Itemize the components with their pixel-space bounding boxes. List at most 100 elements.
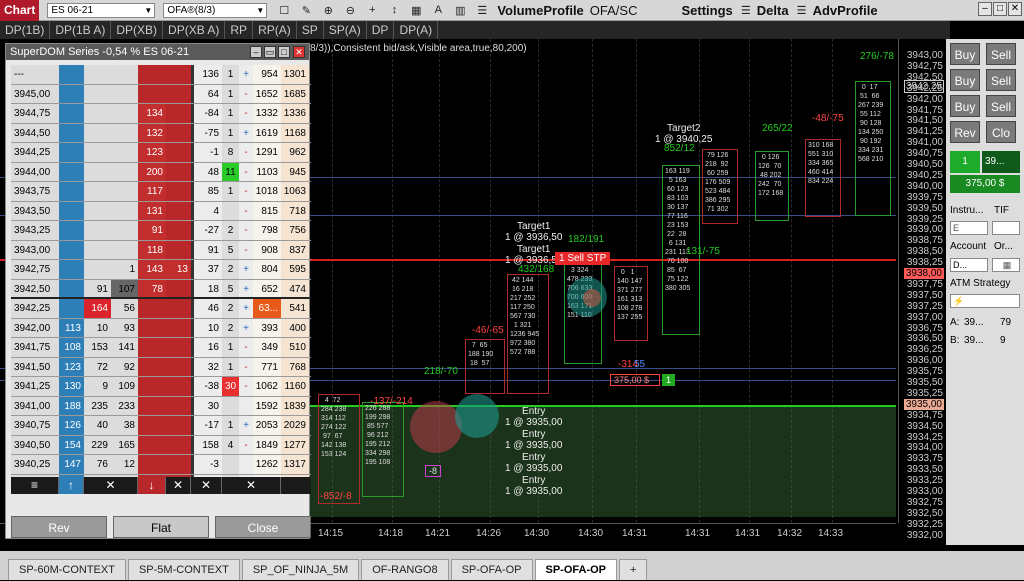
volume-cell[interactable]: 1317 [281, 455, 309, 474]
size-cell[interactable]: 2 [222, 299, 239, 318]
layers-icon[interactable]: ☰ [473, 1, 491, 19]
ask-extra-cell[interactable] [166, 84, 191, 103]
ask-cell[interactable]: 131 [138, 201, 166, 220]
volume-cell[interactable]: 349 [253, 338, 281, 357]
size-cell[interactable]: 2 [222, 221, 239, 240]
delta-cell[interactable]: -17 [194, 416, 222, 435]
volume-cell[interactable]: 1336 [281, 104, 309, 123]
delta-button[interactable]: Delta [757, 3, 789, 18]
ask-cell[interactable] [138, 435, 166, 454]
volume-cell[interactable]: 1592 [253, 396, 281, 415]
size-cell[interactable] [222, 396, 239, 415]
rev-button[interactable]: Rev [11, 516, 107, 538]
size-cell[interactable]: 11 [222, 162, 239, 181]
bid-cell[interactable] [59, 201, 84, 220]
period-selector[interactable]: OFA®(8/3) ▼ [163, 2, 268, 18]
delta-cell[interactable]: 158 [194, 435, 222, 454]
bid-volume-cell[interactable]: 153 [84, 338, 111, 357]
volume-cell[interactable]: 768 [281, 357, 309, 376]
dom-row[interactable]: 3941,25 130 9 109 -38 30-1062 1160 [11, 377, 311, 397]
volume-cell[interactable]: 541 [281, 299, 309, 318]
ask-cell[interactable]: 91 [138, 221, 166, 240]
volume-cell[interactable]: 1277 [281, 435, 309, 454]
sign-cell[interactable]: - [239, 182, 253, 201]
price-cell[interactable]: 3941,25 [11, 377, 59, 396]
bid-cell[interactable]: 113 [59, 318, 84, 337]
delta-cell[interactable]: 30 [194, 396, 222, 415]
arrows-icon[interactable]: ↕ [385, 1, 403, 19]
sign-cell[interactable]: + [239, 299, 253, 318]
sign-cell[interactable]: + [239, 65, 253, 84]
delta-cell[interactable]: 46 [194, 299, 222, 318]
sign-cell[interactable]: - [239, 143, 253, 162]
sign-cell[interactable]: - [239, 338, 253, 357]
ask-cell[interactable] [138, 377, 166, 396]
bid-cell[interactable] [59, 221, 84, 240]
ask-extra-cell[interactable] [166, 299, 191, 318]
ask-cell[interactable] [138, 338, 166, 357]
size-cell[interactable]: 1 [222, 123, 239, 142]
minimize-icon[interactable]: – [978, 2, 992, 16]
ask-extra-cell[interactable] [166, 318, 191, 337]
close-button[interactable]: Clo [986, 121, 1016, 143]
volume-cell[interactable]: 756 [281, 221, 309, 240]
delta-cell[interactable]: 85 [194, 182, 222, 201]
workspace-tab[interactable]: SP-60M-CONTEXT [8, 559, 126, 580]
dom-row[interactable]: 3944,00 200 48 11-1103 945 [11, 162, 311, 182]
superdom-titlebar[interactable]: SuperDOM Series -0,54 % ES 06-21 – ▭ □ ✕ [6, 44, 309, 60]
ask-volume-cell[interactable]: 233 [111, 396, 138, 415]
volume-cell[interactable]: 510 [281, 338, 309, 357]
volume-cell[interactable]: 1652 [253, 84, 281, 103]
indicator-tab[interactable]: RP(A) [253, 21, 297, 39]
sign-cell[interactable]: - [239, 201, 253, 220]
bid-cell[interactable]: 188 [59, 396, 84, 415]
volume-cell[interactable]: 1168 [281, 123, 309, 142]
maximize-icon[interactable]: □ [993, 2, 1007, 16]
bid-volume-cell[interactable]: 72 [84, 357, 111, 376]
order-qty-icon[interactable]: ▦ [992, 258, 1020, 272]
size-cell[interactable]: 5 [222, 279, 239, 297]
add-tab-button[interactable]: + [619, 559, 648, 580]
delta-cell[interactable]: 32 [194, 357, 222, 376]
delta-cell[interactable]: 136 [194, 65, 222, 84]
ask-extra-cell[interactable] [166, 221, 191, 240]
buy-button[interactable]: Buy [950, 69, 980, 91]
indicator-tab[interactable]: DP(A) [394, 21, 439, 39]
ask-extra-cell[interactable] [166, 416, 191, 435]
bid-cell[interactable] [59, 182, 84, 201]
settings-button[interactable]: Settings [681, 3, 732, 18]
volume-cell[interactable]: 815 [253, 201, 281, 220]
cross-icon[interactable]: ✕ [222, 477, 281, 494]
bid-volume-cell[interactable] [84, 143, 111, 162]
delta-cell[interactable]: -1 [194, 143, 222, 162]
ask-cell[interactable] [138, 318, 166, 337]
bid-volume-cell[interactable] [84, 104, 111, 123]
ask-extra-cell[interactable] [166, 65, 191, 84]
reverse-button[interactable]: Rev [950, 121, 980, 143]
bid-volume-cell[interactable] [84, 84, 111, 103]
volume-cell[interactable]: 1063 [281, 182, 309, 201]
menu-icon[interactable]: ☰ [793, 1, 811, 19]
bid-volume-cell[interactable]: 76 [84, 455, 111, 474]
workspace-tab[interactable]: SP-OFA-OP [534, 559, 618, 580]
sign-cell[interactable]: - [239, 435, 253, 454]
ask-cell[interactable] [138, 299, 166, 318]
volume-cell[interactable]: 1839 [281, 396, 309, 415]
account-select[interactable]: D... [950, 258, 988, 272]
close-position-button[interactable]: Close [215, 516, 311, 538]
sign-cell[interactable]: + [239, 416, 253, 435]
price-cell[interactable]: 3943,50 [11, 201, 59, 220]
bid-volume-cell[interactable] [84, 221, 111, 240]
volume-cell[interactable]: 1018 [253, 182, 281, 201]
size-cell[interactable]: 2 [222, 318, 239, 337]
indicator-tab[interactable]: DP(1B) [0, 21, 51, 39]
bid-volume-cell[interactable] [84, 123, 111, 142]
ask-cell[interactable]: 134 [138, 104, 166, 123]
size-cell[interactable]: 1 [222, 84, 239, 103]
pencil-icon[interactable]: ✎ [297, 1, 315, 19]
ask-extra-cell[interactable] [166, 338, 191, 357]
volume-cell[interactable]: 908 [253, 240, 281, 259]
price-cell[interactable]: 3944,25 [11, 143, 59, 162]
cross-icon[interactable]: ✕ [84, 477, 138, 494]
ofa-sc-button[interactable]: OFA/SC [590, 3, 638, 18]
